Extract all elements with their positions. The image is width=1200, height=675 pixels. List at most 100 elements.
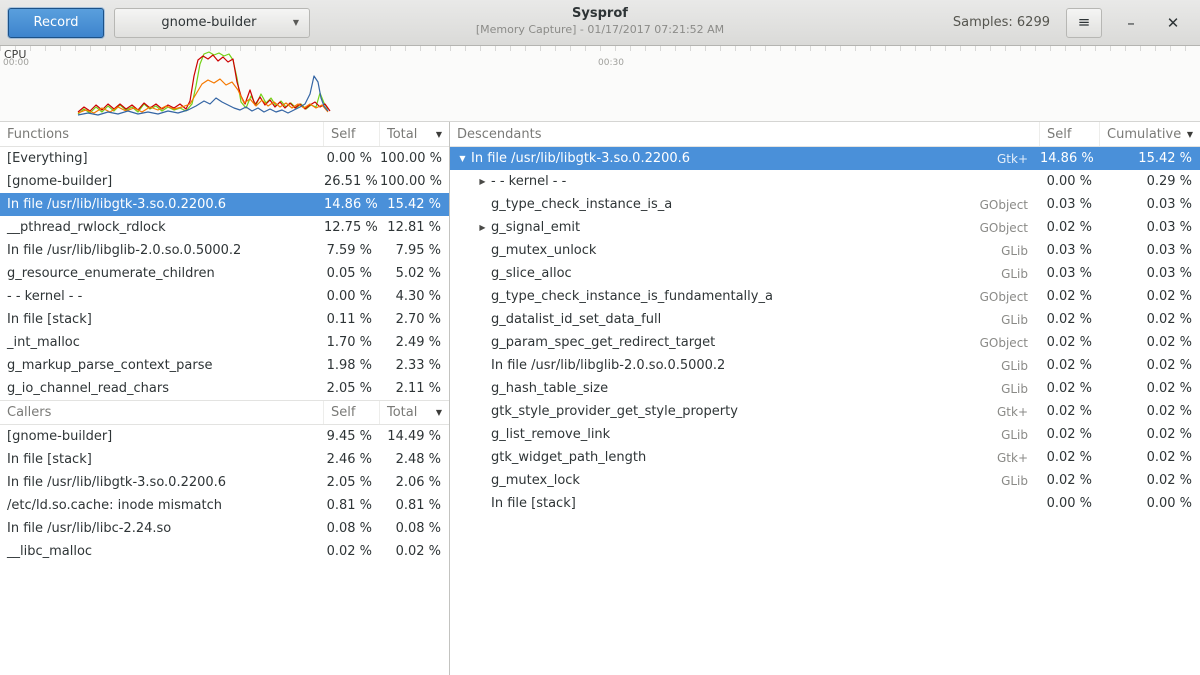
descendant-row[interactable]: In file [stack] 0.00 % 0.00 %: [450, 492, 1200, 515]
caller-total: 0.02 %: [380, 544, 449, 559]
descendant-name: In file /usr/lib/libgtk-3.so.0.2200.6: [471, 151, 690, 166]
descendant-cumulative: 0.02 %: [1100, 289, 1200, 304]
menu-button[interactable]: ≡: [1066, 8, 1102, 38]
descendant-name-cell: g_type_check_instance_is_fundamentally_a…: [450, 289, 1040, 304]
caller-self: 2.05 %: [324, 475, 380, 490]
minimize-button[interactable]: –: [1118, 10, 1144, 36]
descendant-row[interactable]: g_list_remove_link GLib 0.02 % 0.02 %: [450, 423, 1200, 446]
caller-row[interactable]: __libc_malloc 0.02 % 0.02 %: [0, 540, 449, 563]
descendant-row[interactable]: gtk_widget_path_length Gtk+ 0.02 % 0.02 …: [450, 446, 1200, 469]
caller-name: /etc/ld.so.cache: inode mismatch: [0, 498, 324, 513]
right-pane: Descendants Self Cumulative ▼ ▼ In file …: [450, 122, 1200, 675]
descendants-tree: ▼ In file /usr/lib/libgtk-3.so.0.2200.6 …: [450, 147, 1200, 515]
descendant-name-cell: ▶ g_signal_emit GObject: [450, 220, 1040, 235]
descendant-cumulative: 0.02 %: [1100, 450, 1200, 465]
descendant-cumulative: 0.02 %: [1100, 335, 1200, 350]
descendant-row[interactable]: g_mutex_lock GLib 0.02 % 0.02 %: [450, 469, 1200, 492]
caller-row[interactable]: In file [stack] 2.46 % 2.48 %: [0, 448, 449, 471]
samples-count: Samples: 6299: [953, 15, 1050, 30]
function-self: 0.00 %: [324, 289, 380, 304]
descendant-self: 0.02 %: [1040, 427, 1100, 442]
callers-header: Callers Self Total ▼: [0, 400, 449, 425]
column-header-self[interactable]: Self: [324, 401, 380, 424]
expander-icon[interactable]: ▼: [454, 154, 471, 163]
column-header-self[interactable]: Self: [1040, 122, 1100, 146]
descendant-row[interactable]: In file /usr/lib/libglib-2.0.so.0.5000.2…: [450, 354, 1200, 377]
descendant-self: 0.02 %: [1040, 381, 1100, 396]
caller-self: 0.08 %: [324, 521, 380, 536]
function-row[interactable]: g_io_channel_read_chars 2.05 % 2.11 %: [0, 377, 449, 400]
caller-row[interactable]: In file /usr/lib/libgtk-3.so.0.2200.6 2.…: [0, 471, 449, 494]
functions-list: [Everything] 0.00 % 100.00 % [gnome-buil…: [0, 147, 449, 400]
caller-row[interactable]: /etc/ld.so.cache: inode mismatch 0.81 % …: [0, 494, 449, 517]
descendant-row[interactable]: g_type_check_instance_is_a GObject 0.03 …: [450, 193, 1200, 216]
callers-list: [gnome-builder] 9.45 % 14.49 % In file […: [0, 425, 449, 563]
function-row[interactable]: - - kernel - - 0.00 % 4.30 %: [0, 285, 449, 308]
descendant-self: 0.03 %: [1040, 266, 1100, 281]
function-row[interactable]: [Everything] 0.00 % 100.00 %: [0, 147, 449, 170]
hamburger-icon: ≡: [1078, 13, 1091, 31]
descendant-self: 0.02 %: [1040, 289, 1100, 304]
descendant-row[interactable]: ▶ - - kernel - - 0.00 % 0.29 %: [450, 170, 1200, 193]
descendant-name-cell: ▼ In file /usr/lib/libgtk-3.so.0.2200.6 …: [450, 151, 1040, 166]
caller-row[interactable]: [gnome-builder] 9.45 % 14.49 %: [0, 425, 449, 448]
descendant-self: 0.02 %: [1040, 358, 1100, 373]
headerbar: Record gnome-builder ▼ Sysprof [Memory C…: [0, 0, 1200, 46]
function-row[interactable]: [gnome-builder] 26.51 % 100.00 %: [0, 170, 449, 193]
column-header-total[interactable]: Total ▼: [380, 401, 449, 424]
library-badge: GLib: [1001, 267, 1040, 281]
function-name: In file [stack]: [0, 312, 324, 327]
library-badge: GLib: [1001, 313, 1040, 327]
cpu-graph: [0, 46, 1200, 122]
library-badge: Gtk+: [997, 405, 1040, 419]
function-row[interactable]: In file /usr/lib/libglib-2.0.so.0.5000.2…: [0, 239, 449, 262]
column-header-cumulative[interactable]: Cumulative ▼: [1100, 122, 1200, 146]
descendant-self: 0.02 %: [1040, 312, 1100, 327]
descendant-row[interactable]: g_mutex_unlock GLib 0.03 % 0.03 %: [450, 239, 1200, 262]
descendant-row[interactable]: ▶ g_signal_emit GObject 0.02 % 0.03 %: [450, 216, 1200, 239]
sort-indicator-icon: ▼: [432, 130, 442, 139]
window-title: Sysprof: [476, 6, 724, 21]
process-selector[interactable]: gnome-builder ▼: [114, 8, 310, 38]
descendant-name: g_type_check_instance_is_a: [491, 197, 672, 212]
functions-header: Functions Self Total ▼: [0, 122, 449, 147]
function-row[interactable]: __pthread_rwlock_rdlock 12.75 % 12.81 %: [0, 216, 449, 239]
function-self: 0.05 %: [324, 266, 380, 281]
column-header-callers[interactable]: Callers: [0, 401, 324, 424]
descendant-row[interactable]: ▼ In file /usr/lib/libgtk-3.so.0.2200.6 …: [450, 147, 1200, 170]
function-self: 2.05 %: [324, 381, 380, 396]
caller-row[interactable]: In file /usr/lib/libc-2.24.so 0.08 % 0.0…: [0, 517, 449, 540]
descendant-name: g_datalist_id_set_data_full: [491, 312, 661, 327]
descendant-row[interactable]: gtk_style_provider_get_style_property Gt…: [450, 400, 1200, 423]
function-name: In file /usr/lib/libgtk-3.so.0.2200.6: [0, 197, 324, 212]
function-total: 2.49 %: [380, 335, 449, 350]
close-button[interactable]: ✕: [1160, 10, 1186, 36]
descendant-row[interactable]: g_hash_table_size GLib 0.02 % 0.02 %: [450, 377, 1200, 400]
column-header-total[interactable]: Total ▼: [380, 122, 449, 146]
expander-icon[interactable]: ▶: [474, 177, 491, 186]
descendant-row[interactable]: g_param_spec_get_redirect_target GObject…: [450, 331, 1200, 354]
function-row[interactable]: _int_malloc 1.70 % 2.49 %: [0, 331, 449, 354]
descendant-row[interactable]: g_type_check_instance_is_fundamentally_a…: [450, 285, 1200, 308]
column-header-self[interactable]: Self: [324, 122, 380, 146]
descendant-row[interactable]: g_slice_alloc GLib 0.03 % 0.03 %: [450, 262, 1200, 285]
chevron-down-icon: ▼: [293, 18, 299, 27]
cpu-timeline[interactable]: CPU 00:00 00:30: [0, 46, 1200, 122]
expander-icon[interactable]: ▶: [474, 223, 491, 232]
column-header-functions[interactable]: Functions: [0, 122, 324, 146]
function-name: __pthread_rwlock_rdlock: [0, 220, 324, 235]
function-row[interactable]: In file [stack] 0.11 % 2.70 %: [0, 308, 449, 331]
function-row[interactable]: g_resource_enumerate_children 0.05 % 5.0…: [0, 262, 449, 285]
function-self: 1.98 %: [324, 358, 380, 373]
function-row[interactable]: In file /usr/lib/libgtk-3.so.0.2200.6 14…: [0, 193, 449, 216]
function-total: 2.70 %: [380, 312, 449, 327]
descendant-cumulative: 0.02 %: [1100, 427, 1200, 442]
descendant-row[interactable]: g_datalist_id_set_data_full GLib 0.02 % …: [450, 308, 1200, 331]
descendant-cumulative: 0.03 %: [1100, 197, 1200, 212]
record-button[interactable]: Record: [8, 8, 104, 38]
column-header-descendants[interactable]: Descendants: [450, 122, 1040, 146]
descendant-name: - - kernel - -: [491, 174, 566, 189]
descendant-cumulative: 15.42 %: [1100, 151, 1200, 166]
callers-panel: Callers Self Total ▼ [gnome-builder] 9.4…: [0, 400, 449, 563]
function-row[interactable]: g_markup_parse_context_parse 1.98 % 2.33…: [0, 354, 449, 377]
